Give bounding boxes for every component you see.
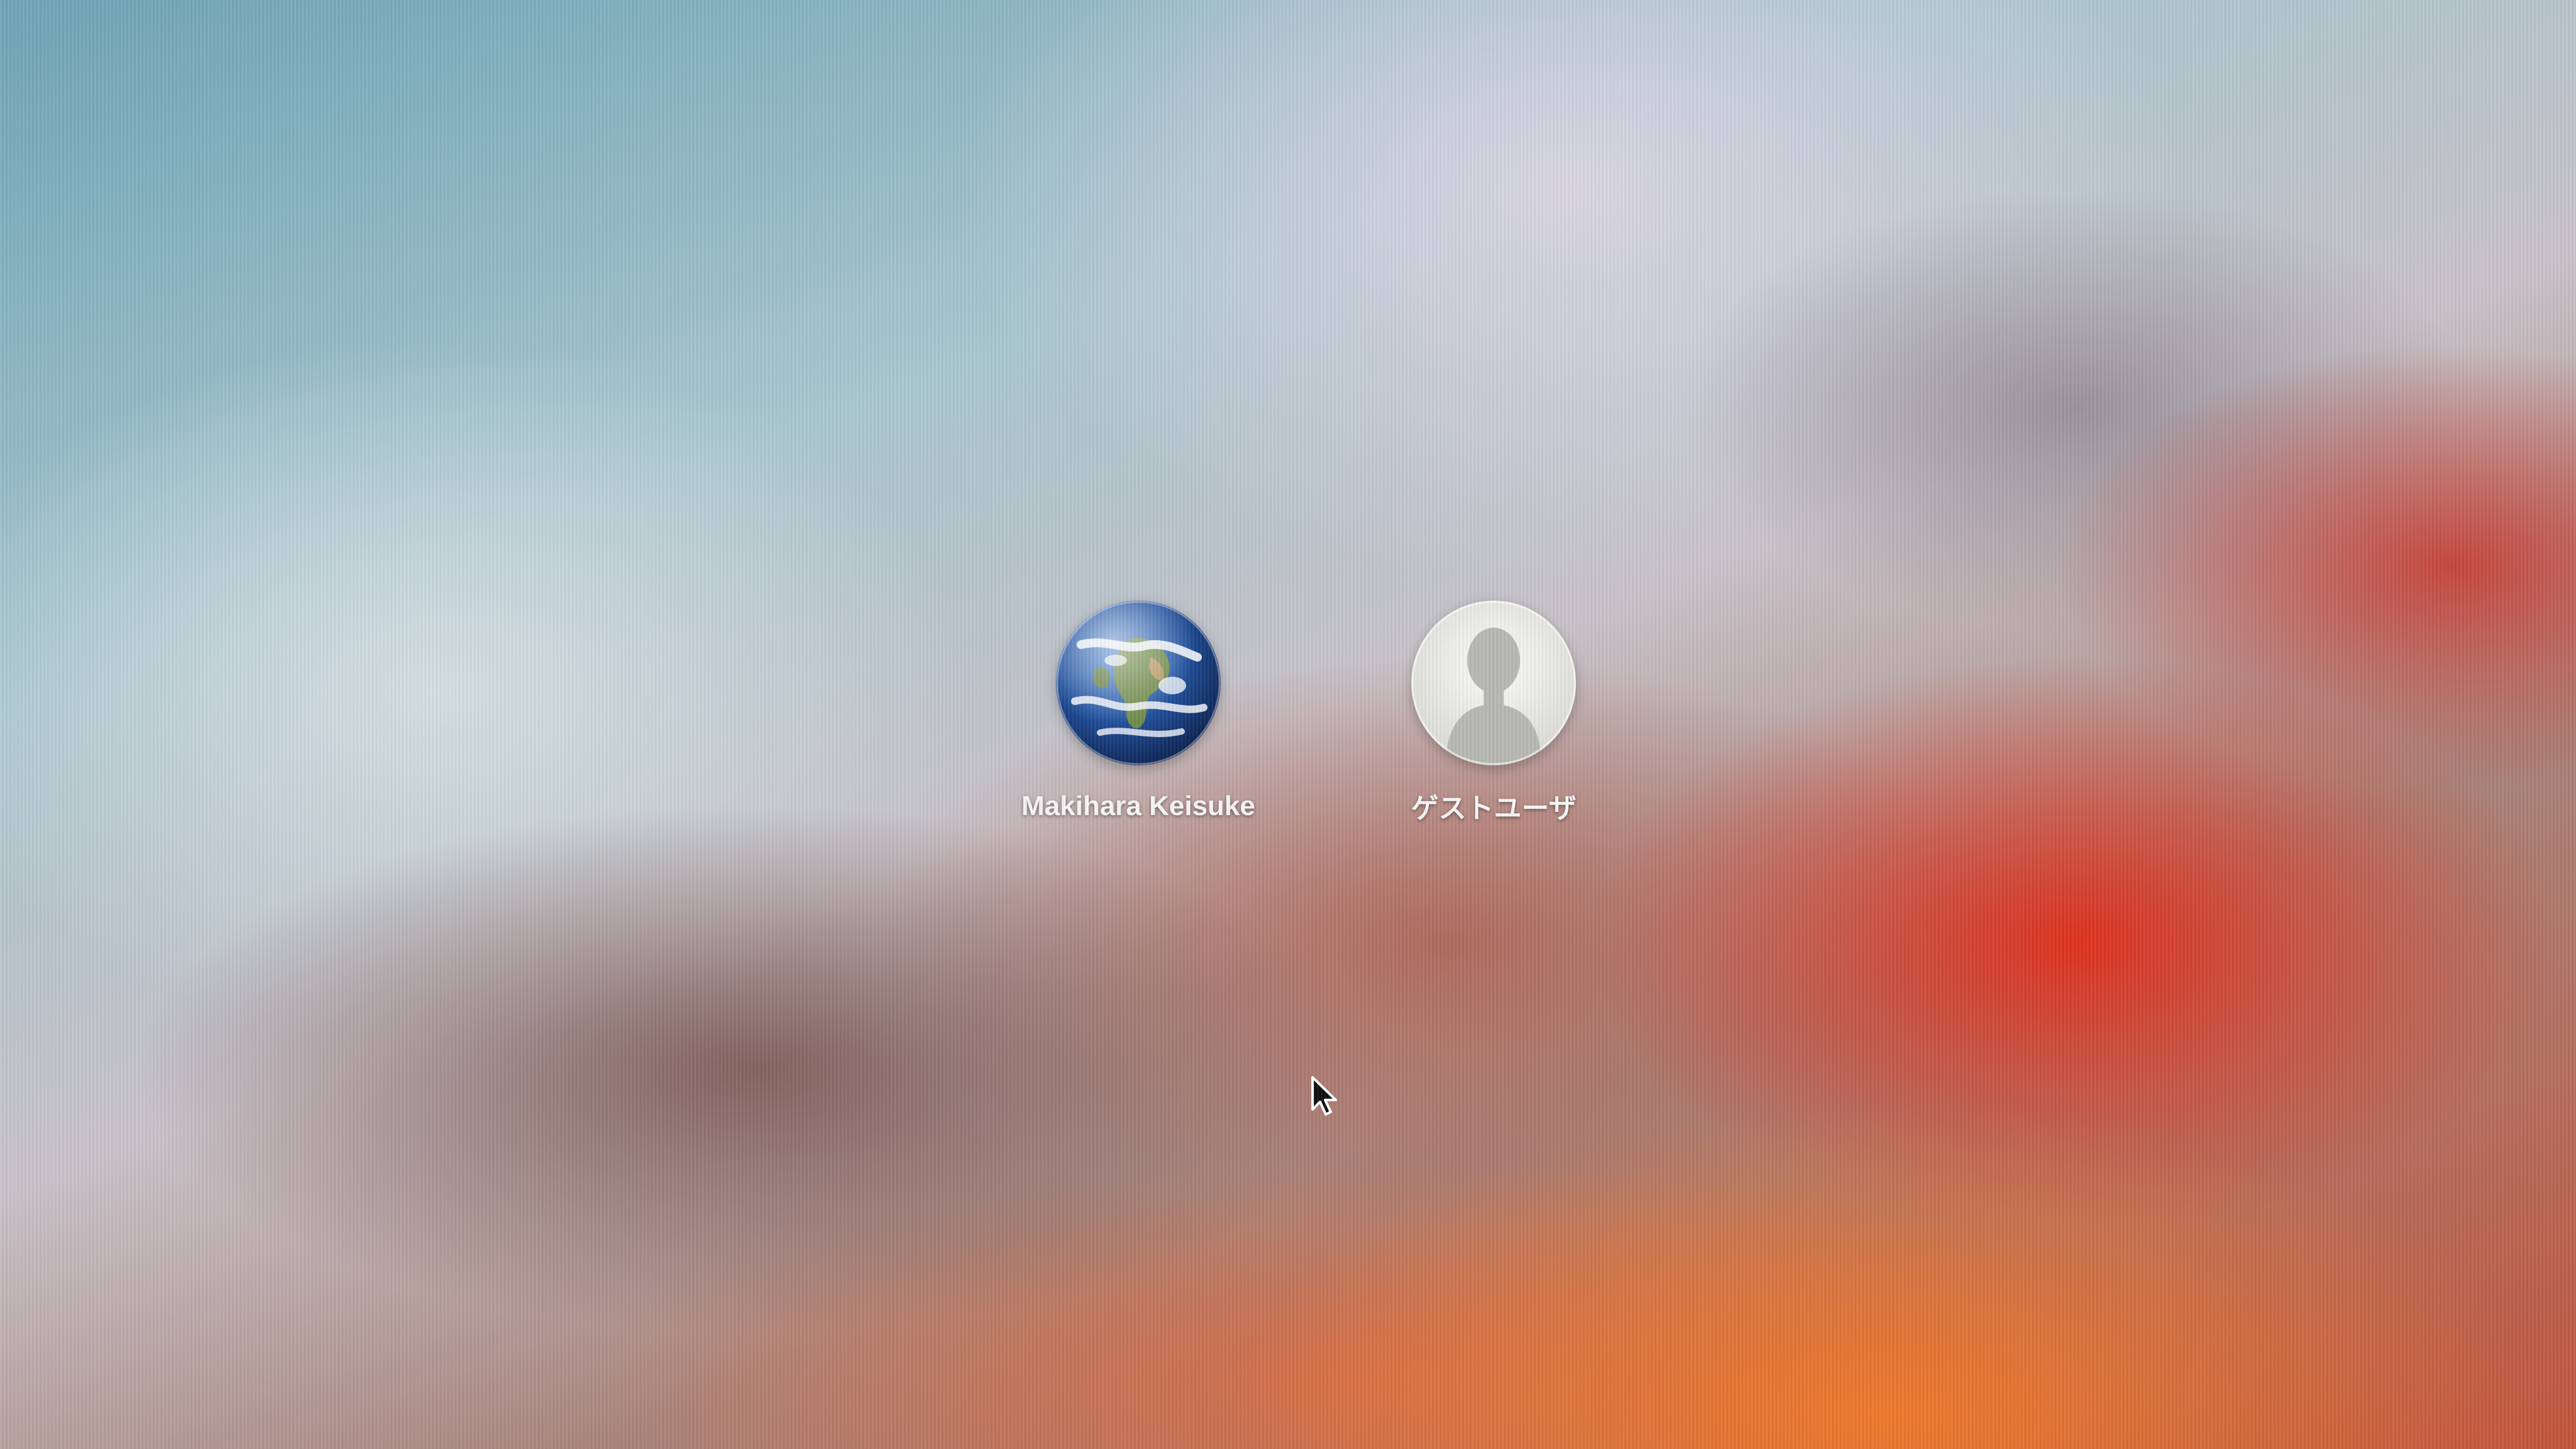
arrow-pointer-icon (1311, 1075, 1340, 1117)
earth-globe-icon[interactable] (1056, 601, 1221, 765)
user-name-label: Makihara Keisuke (1021, 791, 1255, 821)
guest-silhouette-icon[interactable] (1411, 601, 1576, 765)
user-tile-makihara-keisuke[interactable]: Makihara Keisuke (994, 601, 1283, 822)
login-screen: Makihara Keisuke ゲストユーザ (0, 0, 2576, 1449)
user-tile-guest[interactable]: ゲストユーザ (1346, 601, 1641, 826)
user-name-label: ゲストユーザ (1411, 793, 1577, 824)
